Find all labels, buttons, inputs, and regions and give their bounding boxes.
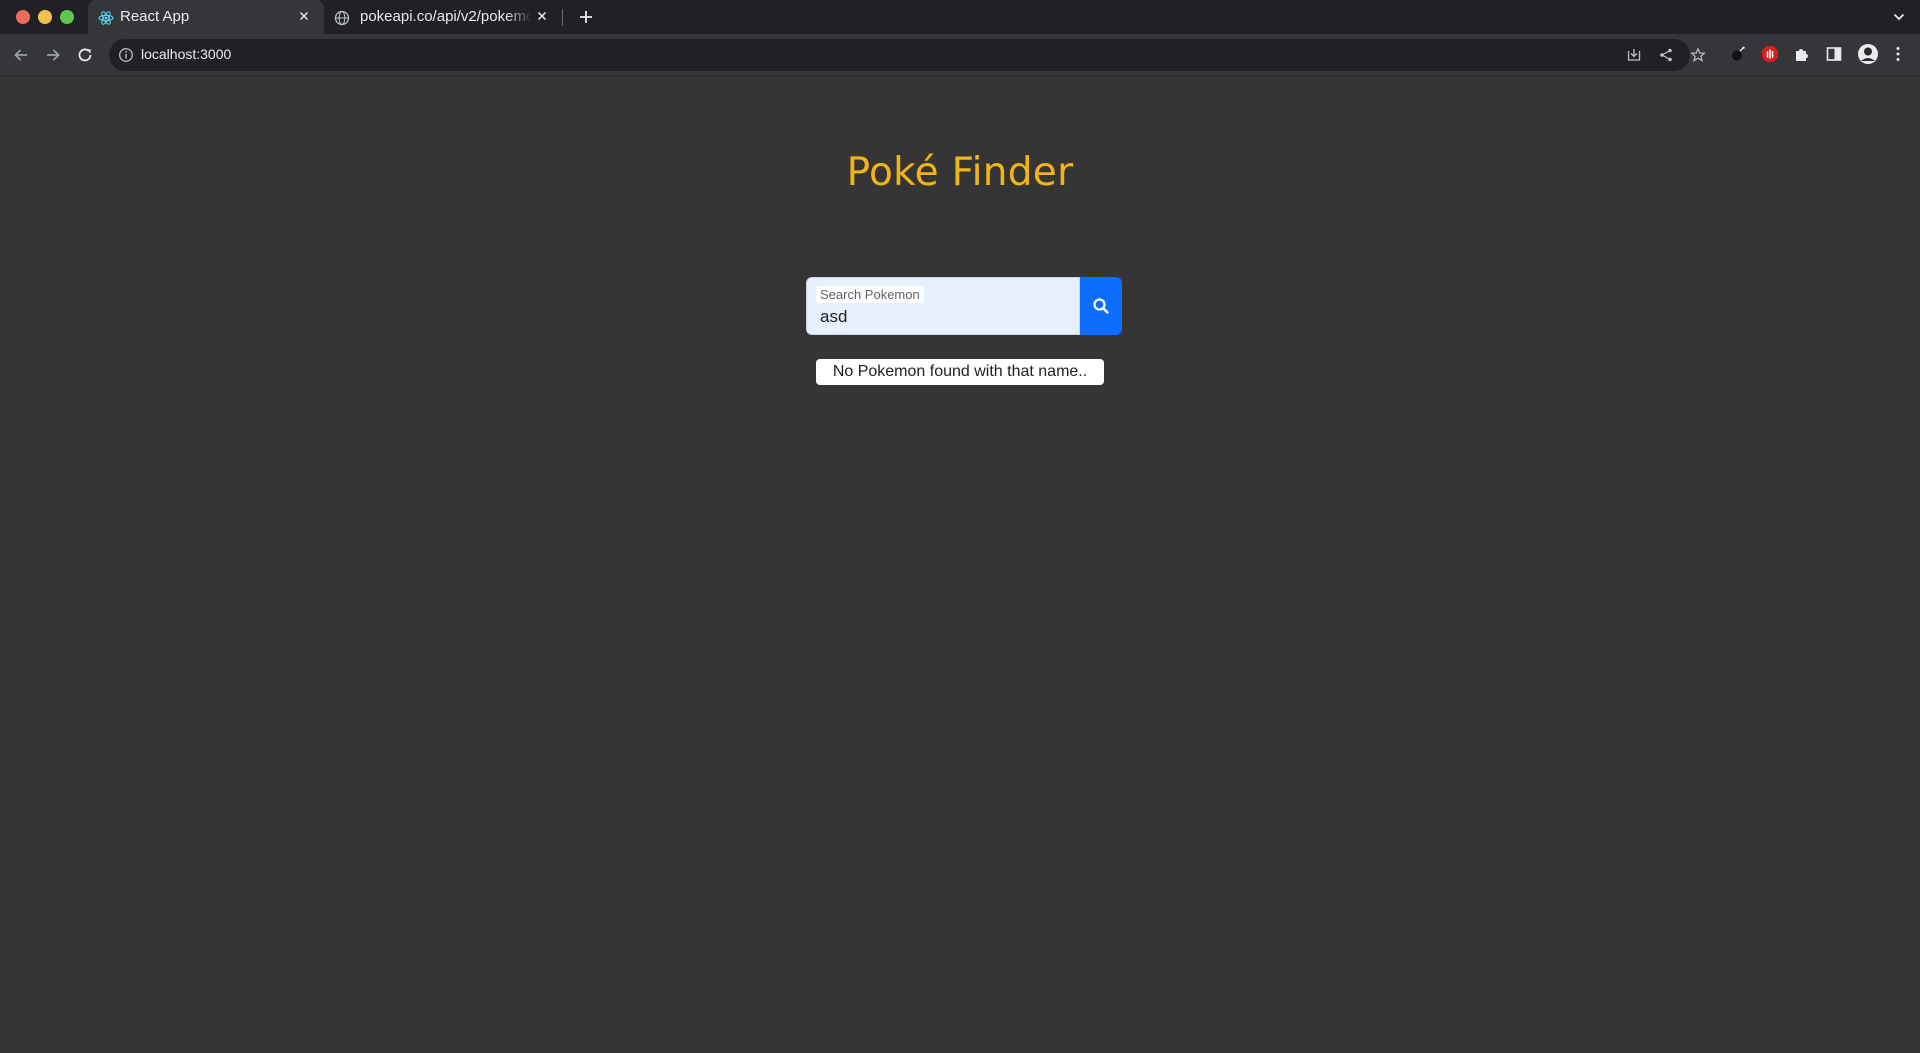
chevron-down-icon[interactable] [1890, 8, 1908, 26]
page-title: Poké Finder [846, 150, 1074, 195]
page-content: Poké Finder Search Pokemon asd No Pokemo… [0, 77, 1920, 1053]
react-icon [98, 10, 114, 26]
search-input-label: Search Pokemon [816, 286, 924, 303]
tab-strip: React App pokeapi.co/api/v2/pokemon [0, 0, 1920, 34]
extension-adblock-icon[interactable] [1761, 45, 1779, 63]
close-window-button[interactable] [16, 10, 30, 24]
tab-separator [562, 9, 563, 26]
search-input-value: asd [820, 307, 848, 326]
new-tab-icon[interactable] [576, 7, 596, 27]
search-button[interactable] [1080, 277, 1122, 335]
search-icon [1093, 298, 1109, 314]
bookmark-star-icon[interactable] [1690, 47, 1706, 63]
minimize-window-button[interactable] [38, 10, 52, 24]
profile-avatar-icon[interactable] [1857, 43, 1879, 65]
address-bar[interactable]: localhost:3000 [109, 39, 1706, 71]
install-app-icon[interactable] [1626, 47, 1642, 63]
browser-toolbar: localhost:3000 [0, 34, 1920, 76]
url-text: localhost:3000 [141, 46, 232, 62]
tab-title: React App [120, 8, 190, 25]
extension-bomb-icon[interactable] [1729, 45, 1747, 63]
reload-icon[interactable] [75, 45, 95, 65]
maximize-window-button[interactable] [60, 10, 74, 24]
tab-react-app[interactable]: React App [88, 0, 324, 34]
extensions-puzzle-icon[interactable] [1793, 45, 1811, 63]
globe-icon [334, 10, 350, 26]
no-results-message: No Pokemon found with that name.. [816, 359, 1104, 385]
forward-arrow-icon[interactable] [43, 45, 63, 65]
info-icon[interactable] [118, 47, 134, 63]
side-panel-icon[interactable] [1825, 45, 1843, 63]
close-icon[interactable] [534, 8, 550, 24]
search-input[interactable]: Search Pokemon asd [806, 277, 1080, 335]
close-icon[interactable] [296, 8, 312, 24]
tab-title: pokeapi.co/api/v2/pokemon [360, 8, 532, 25]
search-form: Search Pokemon asd [806, 277, 1122, 335]
kebab-menu-icon[interactable] [1889, 45, 1907, 63]
share-icon[interactable] [1658, 47, 1674, 63]
tab-pokeapi[interactable]: pokeapi.co/api/v2/pokemon [324, 0, 562, 34]
back-arrow-icon[interactable] [11, 45, 31, 65]
